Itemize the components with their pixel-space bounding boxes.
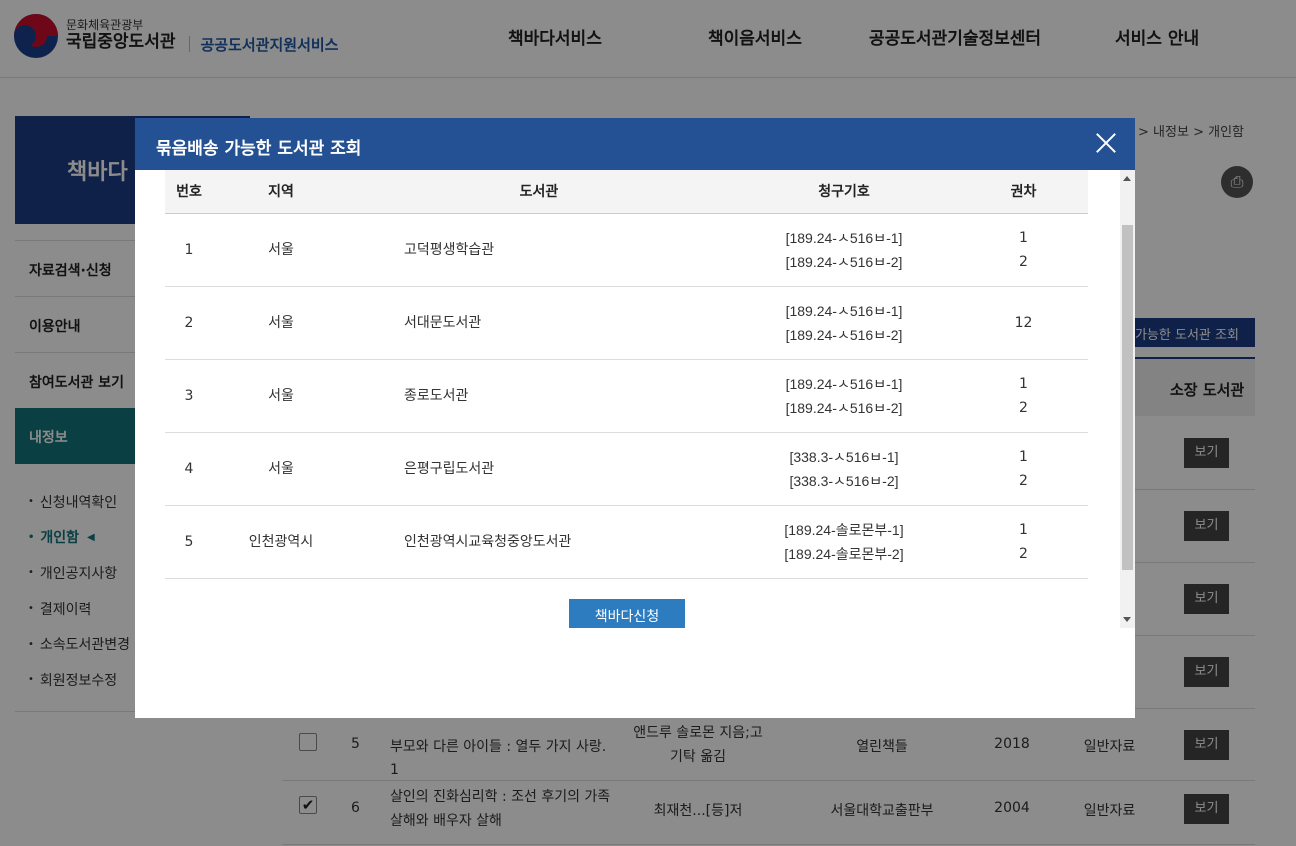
cell-number: 1 <box>165 213 213 287</box>
col-number: 번호 <box>165 170 213 214</box>
cell-library: 인천광역시교육청중앙도서관 <box>349 505 729 579</box>
cell-region: 인천광역시 <box>213 505 349 579</box>
cell-number: 4 <box>165 432 213 506</box>
close-icon[interactable] <box>1095 132 1117 154</box>
cell-region: 서울 <box>213 286 349 360</box>
cell-number: 3 <box>165 359 213 433</box>
cell-call-number: [189.24-ㅅ516ㅂ-1] [189.24-ㅅ516ㅂ-2] <box>729 359 959 433</box>
cell-region: 서울 <box>213 359 349 433</box>
table-row: 1 서울 고덕평생학습관 [189.24-ㅅ516ㅂ-1] [189.24-ㅅ51… <box>165 213 1088 287</box>
col-call-number: 청구기호 <box>729 170 959 214</box>
scroll-thumb[interactable] <box>1122 225 1133 570</box>
modal-header: 묶음배송 가능한 도서관 조회 <box>135 118 1135 170</box>
modal-body: 번호 지역 도서관 청구기호 권차 1 서울 고덕평생학습관 [189.24-ㅅ… <box>135 170 1135 628</box>
cell-call-number: [189.24-솔로몬부-1] [189.24-솔로몬부-2] <box>729 505 959 579</box>
cell-region: 서울 <box>213 432 349 506</box>
library-table: 번호 지역 도서관 청구기호 권차 1 서울 고덕평생학습관 [189.24-ㅅ… <box>165 170 1088 579</box>
cell-number: 2 <box>165 286 213 360</box>
cell-number: 5 <box>165 505 213 579</box>
cell-library: 종로도서관 <box>349 359 729 433</box>
scroll-down-icon[interactable] <box>1123 617 1131 622</box>
table-header-row: 번호 지역 도서관 청구기호 권차 <box>165 170 1088 214</box>
cell-volume: 12 <box>959 359 1088 433</box>
cell-library: 서대문도서관 <box>349 286 729 360</box>
cell-library: 고덕평생학습관 <box>349 213 729 287</box>
bundle-library-modal: 묶음배송 가능한 도서관 조회 번호 지역 도서관 청구기호 권차 1 서울 고… <box>135 118 1135 718</box>
cell-volume: 12 <box>959 505 1088 579</box>
modal-title: 묶음배송 가능한 도서관 조회 <box>156 139 362 159</box>
scroll-up-icon[interactable] <box>1123 176 1131 181</box>
apply-chaekbada-button[interactable]: 책바다신청 <box>569 599 685 628</box>
table-row: 4 서울 은평구립도서관 [338.3-ㅅ516ㅂ-1] [338.3-ㅅ516ㅂ… <box>165 432 1088 506</box>
cell-region: 서울 <box>213 213 349 287</box>
cell-call-number: [189.24-ㅅ516ㅂ-1] [189.24-ㅅ516ㅂ-2] <box>729 213 959 287</box>
modal-scrollbar[interactable] <box>1120 170 1135 628</box>
col-library: 도서관 <box>349 170 729 214</box>
cell-call-number: [189.24-ㅅ516ㅂ-1] [189.24-ㅅ516ㅂ-2] <box>729 286 959 360</box>
table-row: 5 인천광역시 인천광역시교육청중앙도서관 [189.24-솔로몬부-1] [18… <box>165 505 1088 579</box>
cell-call-number: [338.3-ㅅ516ㅂ-1] [338.3-ㅅ516ㅂ-2] <box>729 432 959 506</box>
cell-library: 은평구립도서관 <box>349 432 729 506</box>
table-row: 2 서울 서대문도서관 [189.24-ㅅ516ㅂ-1] [189.24-ㅅ516… <box>165 286 1088 360</box>
cell-volume: 12 <box>959 432 1088 506</box>
cell-volume: 12 <box>959 286 1088 360</box>
col-region: 지역 <box>213 170 349 214</box>
table-row: 3 서울 종로도서관 [189.24-ㅅ516ㅂ-1] [189.24-ㅅ516ㅂ… <box>165 359 1088 433</box>
cell-volume: 12 <box>959 213 1088 287</box>
col-volume: 권차 <box>959 170 1088 214</box>
